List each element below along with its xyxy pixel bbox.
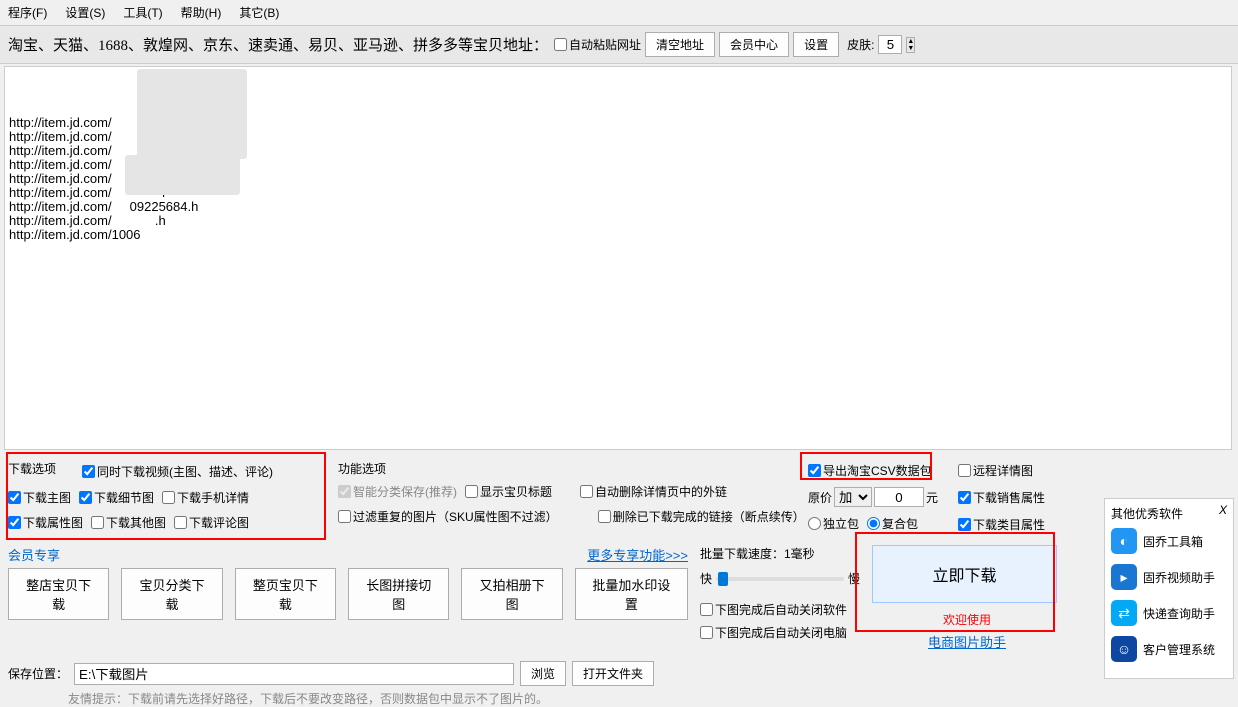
page-download-button[interactable]: 整页宝贝下载 bbox=[235, 568, 336, 620]
clear-address-button[interactable]: 清空地址 bbox=[645, 32, 715, 57]
menu-bar: 程序(F) 设置(S) 工具(T) 帮助(H) 其它(B) bbox=[0, 0, 1238, 25]
member-center-button[interactable]: 会员中心 bbox=[719, 32, 789, 57]
address-label: 淘宝、天猫、1688、敦煌网、京东、速卖通、易贝、亚马逊、拼多多等宝贝地址： bbox=[8, 34, 548, 55]
software-label: 固乔工具箱 bbox=[1143, 533, 1203, 550]
toolbar: 淘宝、天猫、1688、敦煌网、京东、速卖通、易贝、亚马逊、拼多多等宝贝地址： 自… bbox=[0, 25, 1238, 64]
menu-help[interactable]: 帮助(H) bbox=[181, 4, 222, 21]
other-img-checkbox[interactable]: 下载其他图 bbox=[91, 514, 166, 531]
download-options-title: 下载选项 bbox=[8, 460, 56, 477]
attr-img-checkbox[interactable]: 下载属性图 bbox=[8, 514, 83, 531]
close-software-checkbox[interactable]: 下图完成后自动关闭软件 bbox=[700, 601, 860, 618]
speed-fast-label: 快 bbox=[700, 570, 712, 587]
export-csv-checkbox[interactable]: 导出淘宝CSV数据包 bbox=[808, 462, 938, 479]
member-exclusive-label: 会员专享 bbox=[8, 545, 60, 564]
detail-img-checkbox[interactable]: 下载细节图 bbox=[79, 489, 154, 506]
save-location-label: 保存位置： bbox=[8, 665, 68, 682]
menu-tools[interactable]: 工具(T) bbox=[123, 4, 162, 21]
software-item[interactable]: ▸ 固乔视频助手 bbox=[1111, 564, 1227, 590]
filter-dup-checkbox[interactable]: 过滤重复的图片（SKU属性图不过滤） bbox=[338, 508, 558, 525]
software-icon: ▸ bbox=[1111, 564, 1137, 590]
category-download-button[interactable]: 宝贝分类下载 bbox=[121, 568, 222, 620]
auto-del-link-checkbox[interactable]: 自动删除详情页中的外链 bbox=[580, 483, 727, 500]
sidebar-close-icon[interactable]: X bbox=[1219, 503, 1227, 517]
url-line: http://item.jd.com/1006 bbox=[9, 228, 1227, 242]
speed-slow-label: 慢 bbox=[848, 570, 860, 587]
settings-button[interactable]: 设置 bbox=[793, 32, 839, 57]
album-button[interactable]: 又拍相册下图 bbox=[461, 568, 562, 620]
software-icon: ◐ bbox=[1111, 528, 1137, 554]
download-now-button[interactable]: 立即下载 bbox=[872, 545, 1057, 603]
price-label: 原价 bbox=[808, 489, 832, 506]
menu-settings[interactable]: 设置(S) bbox=[65, 4, 105, 21]
software-label: 固乔视频助手 bbox=[1143, 569, 1215, 586]
price-unit: 元 bbox=[926, 489, 938, 506]
more-features-link[interactable]: 更多专享功能>>> bbox=[587, 545, 688, 564]
menu-other[interactable]: 其它(B) bbox=[239, 4, 279, 21]
skin-input[interactable] bbox=[878, 35, 902, 54]
indep-pack-radio[interactable]: 独立包 bbox=[808, 515, 859, 532]
other-software-sidebar: X 其他优秀软件 ◐ 固乔工具箱 ▸ 固乔视频助手 ⇄ 快递查询助手 ☺ 客户管理系统 bbox=[1104, 498, 1234, 679]
software-item[interactable]: ☺ 客户管理系统 bbox=[1111, 636, 1227, 662]
speed-slider[interactable] bbox=[716, 577, 844, 581]
price-value-input[interactable] bbox=[874, 487, 924, 507]
software-item[interactable]: ⇄ 快递查询助手 bbox=[1111, 600, 1227, 626]
software-item[interactable]: ◐ 固乔工具箱 bbox=[1111, 528, 1227, 554]
save-path-input[interactable] bbox=[74, 663, 514, 685]
software-icon: ⇄ bbox=[1111, 600, 1137, 626]
sidebar-title: 其他优秀软件 bbox=[1111, 505, 1227, 522]
software-label: 快递查询助手 bbox=[1143, 605, 1215, 622]
skin-label: 皮肤: bbox=[847, 36, 874, 53]
url-line: http://item.jd.com/ 09225684.h bbox=[9, 200, 1227, 214]
shop-all-button[interactable]: 整店宝贝下载 bbox=[8, 568, 109, 620]
sale-attr-checkbox[interactable]: 下载销售属性 bbox=[958, 489, 1068, 506]
show-title-checkbox[interactable]: 显示宝贝标题 bbox=[465, 483, 552, 500]
function-options-title: 功能选项 bbox=[338, 460, 788, 477]
brand-link[interactable]: 电商图片助手 bbox=[872, 632, 1062, 651]
remote-detail-checkbox[interactable]: 远程详情图 bbox=[958, 462, 1068, 479]
smart-save-checkbox[interactable]: 智能分类保存(推荐) bbox=[338, 483, 457, 500]
welcome-text: 欢迎使用 bbox=[872, 611, 1062, 628]
save-hint: 友情提示：下载前请先选择好路径，下载后不要改变路径，否则数据包中显示不了图片的。 bbox=[68, 690, 1230, 707]
options-panel: 下载选项 同时下载视频(主图、描述、评论) 下载主图 下载细节图 下载手机详情 … bbox=[0, 452, 1238, 707]
skin-spinner[interactable]: ▲▼ bbox=[906, 37, 915, 53]
software-label: 客户管理系统 bbox=[1143, 641, 1215, 658]
watermark-button[interactable]: 批量加水印设置 bbox=[575, 568, 688, 620]
browse-button[interactable]: 浏览 bbox=[520, 661, 566, 686]
url-line: http://item.jd.com/ .h bbox=[9, 214, 1227, 228]
open-folder-button[interactable]: 打开文件夹 bbox=[572, 661, 654, 686]
menu-program[interactable]: 程序(F) bbox=[8, 4, 47, 21]
batch-speed-label: 批量下载速度：1毫秒 bbox=[700, 545, 860, 562]
combo-pack-radio[interactable]: 复合包 bbox=[867, 515, 918, 532]
del-done-checkbox[interactable]: 删除已下载完成的链接（断点续传） bbox=[598, 508, 805, 525]
comment-img-checkbox[interactable]: 下载评论图 bbox=[174, 514, 249, 531]
long-img-button[interactable]: 长图拼接切图 bbox=[348, 568, 449, 620]
software-icon: ☺ bbox=[1111, 636, 1137, 662]
main-img-checkbox[interactable]: 下载主图 bbox=[8, 489, 71, 506]
price-op-select[interactable]: 加 bbox=[834, 487, 872, 507]
download-video-checkbox[interactable]: 同时下载视频(主图、描述、评论) bbox=[82, 460, 273, 483]
url-list-textarea[interactable]: http://item.jd.com/ 532.htmlhttp://item.… bbox=[4, 66, 1232, 450]
mobile-detail-checkbox[interactable]: 下载手机详情 bbox=[162, 489, 249, 506]
close-pc-checkbox[interactable]: 下图完成后自动关闭电脑 bbox=[700, 624, 860, 641]
auto-paste-checkbox[interactable]: 自动粘贴网址 bbox=[554, 36, 641, 53]
cat-attr-checkbox[interactable]: 下载类目属性 bbox=[958, 516, 1068, 533]
